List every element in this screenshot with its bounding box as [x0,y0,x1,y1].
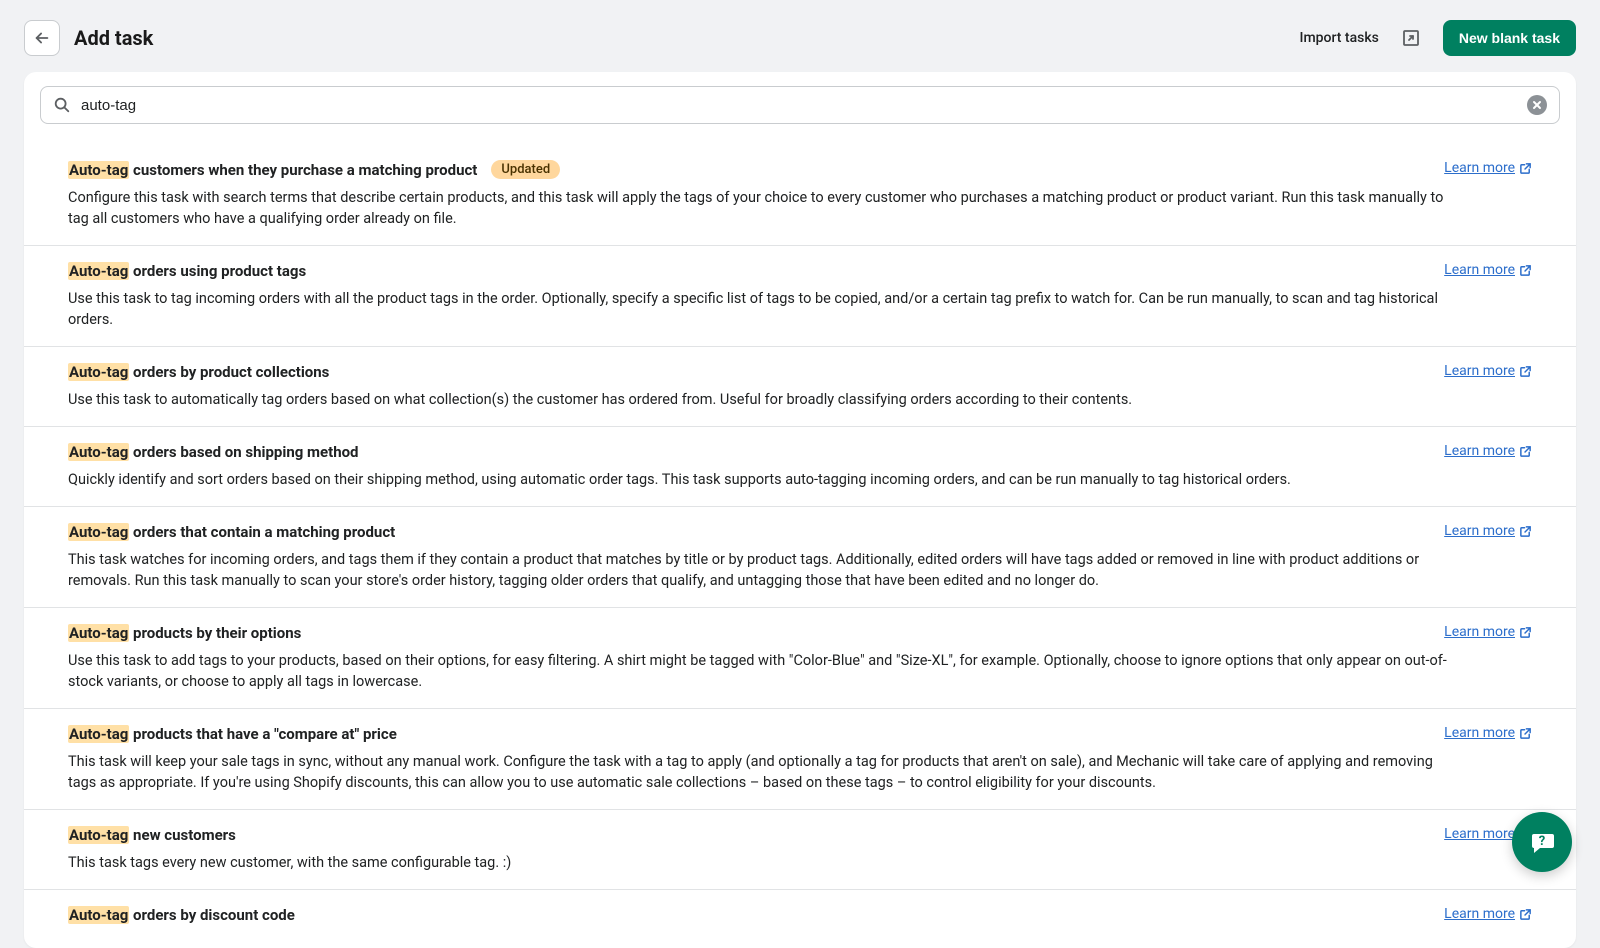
result-header: Auto-tag customers when they purchase a … [68,160,1532,179]
result-description: Quickly identify and sort orders based o… [68,469,1448,490]
result-description: Configure this task with search terms th… [68,187,1448,229]
result-title-rest: orders using product tags [129,262,306,280]
task-result-item[interactable]: Auto-tag orders that contain a matching … [24,506,1576,607]
result-header: Auto-tag orders based on shipping method [68,443,1532,461]
external-link-icon [1519,445,1532,458]
search-field[interactable] [40,86,1560,124]
result-header: Auto-tag orders by product collections [68,363,1532,381]
import-tasks-link[interactable]: Import tasks [1300,30,1379,46]
result-title-rest: orders based on shipping method [129,443,358,461]
learn-more-label: Learn more [1444,725,1515,741]
result-title: Auto-tag orders based on shipping method [68,443,359,461]
search-icon [53,96,71,114]
result-title: Auto-tag orders by discount code [68,906,295,924]
clear-search-button[interactable] [1527,95,1547,115]
search-highlight: Auto-tag [68,826,129,844]
task-library-card: Auto-tag customers when they purchase a … [24,72,1576,948]
task-result-item[interactable]: Auto-tag orders using product tags Learn … [24,245,1576,346]
search-highlight: Auto-tag [68,262,129,280]
result-title-rest: customers when they purchase a matching … [129,161,477,179]
learn-more-link[interactable]: Learn more [1444,262,1532,278]
result-description: Use this task to add tags to your produc… [68,650,1448,692]
learn-more-link[interactable]: Learn more [1444,160,1532,176]
task-result-item[interactable]: Auto-tag orders based on shipping method… [24,426,1576,506]
learn-more-link[interactable]: Learn more [1444,523,1532,539]
external-link-icon [1519,264,1532,277]
chat-widget-button[interactable]: ? [1512,812,1572,872]
task-result-item[interactable]: Auto-tag products that have a "compare a… [24,708,1576,809]
result-title-rest: new customers [129,826,236,844]
new-blank-task-button[interactable]: New blank task [1443,20,1576,56]
expand-button[interactable] [1395,22,1427,54]
search-highlight: Auto-tag [68,906,129,924]
learn-more-label: Learn more [1444,443,1515,459]
learn-more-label: Learn more [1444,363,1515,379]
external-link-icon [1519,908,1532,921]
learn-more-link[interactable]: Learn more [1444,624,1532,640]
learn-more-label: Learn more [1444,523,1515,539]
learn-more-label: Learn more [1444,826,1515,842]
result-title: Auto-tag products that have a "compare a… [68,725,397,743]
search-container [24,72,1576,138]
learn-more-label: Learn more [1444,262,1515,278]
learn-more-label: Learn more [1444,160,1515,176]
result-header: Auto-tag new customers [68,826,1532,844]
external-link-icon [1519,525,1532,538]
task-result-item[interactable]: Auto-tag orders by product collections Le… [24,346,1576,426]
arrow-left-icon [33,29,51,47]
result-title-rest: orders by product collections [129,363,329,381]
learn-more-link[interactable]: Learn more [1444,725,1532,741]
external-link-icon [1519,727,1532,740]
result-header: Auto-tag orders using product tags [68,262,1532,280]
learn-more-link[interactable]: Learn more [1444,443,1532,459]
result-title: Auto-tag orders using product tags [68,262,306,280]
result-title: Auto-tag orders by product collections [68,363,329,381]
result-description: This task will keep your sale tags in sy… [68,751,1448,793]
expand-icon [1401,28,1421,48]
learn-more-label: Learn more [1444,906,1515,922]
page-title: Add task [74,26,153,50]
search-highlight: Auto-tag [68,443,129,461]
result-title-rest: products by their options [129,624,301,642]
result-title: Auto-tag customers when they purchase a … [68,161,477,179]
result-description: This task tags every new customer, with … [68,852,1448,873]
task-result-item[interactable]: Auto-tag new customers Learn more This tas… [24,809,1576,889]
search-highlight: Auto-tag [68,363,129,381]
search-highlight: Auto-tag [68,624,129,642]
external-link-icon [1519,162,1532,175]
search-highlight: Auto-tag [68,725,129,743]
result-header: Auto-tag products by their options [68,624,1532,642]
result-title-rest: orders that contain a matching product [129,523,395,541]
result-header: Auto-tag orders by discount code [68,906,1532,924]
result-header: Auto-tag products that have a "compare a… [68,725,1532,743]
learn-more-label: Learn more [1444,624,1515,640]
updated-badge: Updated [491,160,560,179]
chat-icon: ? [1526,826,1558,858]
svg-text:?: ? [1539,834,1545,849]
external-link-icon [1519,626,1532,639]
external-link-icon [1519,365,1532,378]
result-description: Use this task to automatically tag order… [68,389,1448,410]
task-result-item[interactable]: Auto-tag products by their options Learn … [24,607,1576,708]
result-title: Auto-tag products by their options [68,624,301,642]
result-description: This task watches for incoming orders, a… [68,549,1448,591]
result-header: Auto-tag orders that contain a matching … [68,523,1532,541]
task-result-item[interactable]: Auto-tag orders by discount code Learn mo… [24,889,1576,948]
result-title-rest: products that have a "compare at" price [129,725,396,743]
back-button[interactable] [24,20,60,56]
learn-more-link[interactable]: Learn more [1444,363,1532,379]
result-description: Use this task to tag incoming orders wit… [68,288,1448,330]
task-result-item[interactable]: Auto-tag customers when they purchase a … [24,144,1576,245]
result-title-rest: orders by discount code [129,906,295,924]
search-results: Auto-tag customers when they purchase a … [24,144,1576,948]
result-title: Auto-tag new customers [68,826,236,844]
close-icon [1532,100,1542,110]
page-header: Add task Import tasks New blank task [0,0,1600,72]
learn-more-link[interactable]: Learn more [1444,906,1532,922]
result-title: Auto-tag orders that contain a matching … [68,523,395,541]
search-highlight: Auto-tag [68,161,129,179]
search-input[interactable] [81,97,1527,114]
search-highlight: Auto-tag [68,523,129,541]
